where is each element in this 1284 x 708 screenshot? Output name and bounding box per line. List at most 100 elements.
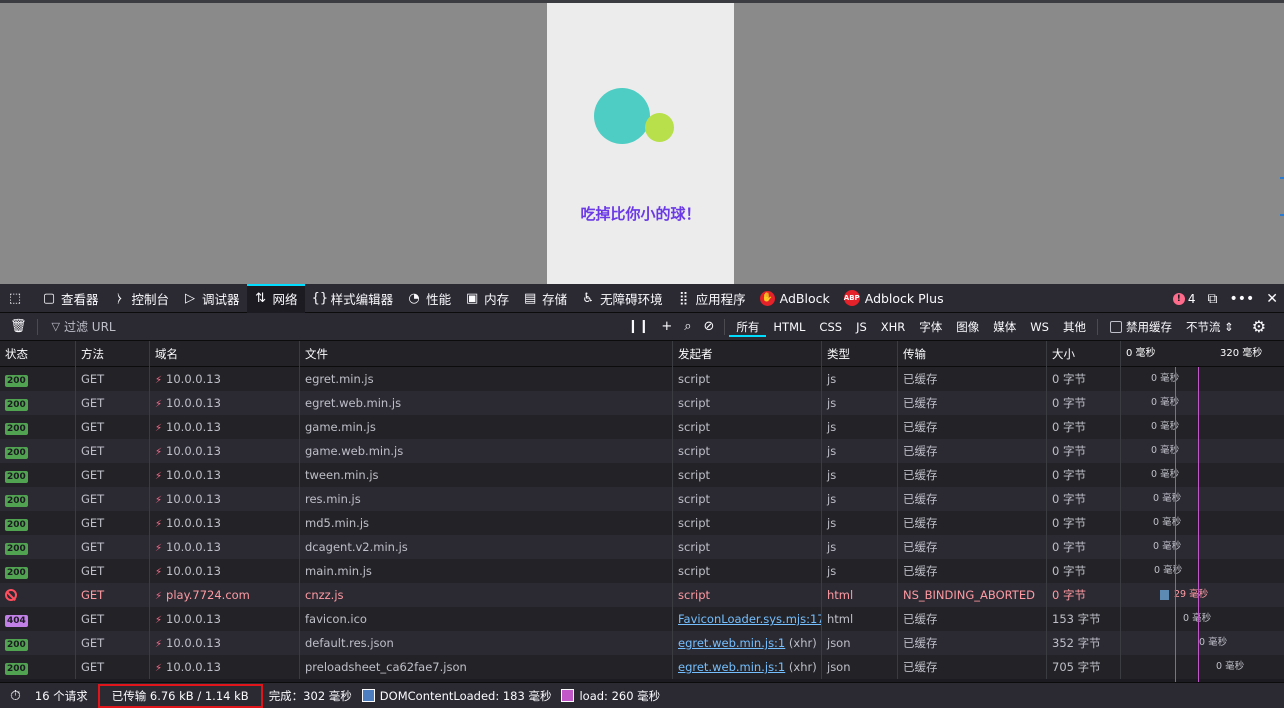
page-viewport: 吃掉比你小的球！ xyxy=(0,0,1284,284)
method-cell: GET xyxy=(76,607,150,631)
domain-cell: ⚡ 10.0.0.13 xyxy=(150,463,300,487)
table-row[interactable]: 200 GET ⚡ 10.0.0.13 game.web.min.js script js 已… xyxy=(0,439,1284,463)
tab-console[interactable]: ⧽ 控制台 xyxy=(106,284,177,313)
type-filter-button[interactable]: CSS xyxy=(812,317,849,337)
more-options-icon[interactable]: ••• xyxy=(1223,291,1260,307)
status-cell: 200 xyxy=(0,487,76,511)
tab-storage[interactable]: ▤ 存储 xyxy=(516,284,574,313)
tracking-protection-icon: ⚡ xyxy=(155,639,163,650)
type-filter-button[interactable]: 字体 xyxy=(912,317,949,337)
type-filter-button[interactable]: XHR xyxy=(874,317,913,337)
tab-inspector[interactable]: ▢ 查看器 xyxy=(35,284,106,313)
game-canvas[interactable]: 吃掉比你小的球！ xyxy=(547,3,734,284)
size-cell: 0 字节 xyxy=(1047,487,1121,511)
add-request-icon[interactable]: + xyxy=(655,319,678,334)
tab-performance[interactable]: ◔ 性能 xyxy=(400,284,458,313)
file-cell: game.web.min.js xyxy=(300,439,673,463)
file-cell: default.res.json xyxy=(300,631,673,655)
type-filter-button[interactable]: JS xyxy=(849,317,874,337)
domain-cell: ⚡ 10.0.0.13 xyxy=(150,631,300,655)
dcl-label: DOMContentLoaded: 183 毫秒 xyxy=(379,688,552,703)
column-header[interactable]: 方法 xyxy=(76,341,150,367)
timing-label: 0 毫秒 xyxy=(1153,541,1182,552)
picker-icon: ⬚ xyxy=(8,290,22,306)
disable-cache-checkbox[interactable]: 禁用缓存 xyxy=(1109,319,1172,335)
column-header[interactable]: 域名 xyxy=(150,341,300,367)
initiator-cell: script xyxy=(673,463,822,487)
table-row[interactable]: 200 GET ⚡ 10.0.0.13 default.res.json egret.we… xyxy=(0,631,1284,655)
tracking-protection-icon: ⚡ xyxy=(155,375,163,386)
throttle-select[interactable]: 不节流 ⇕ xyxy=(1186,319,1234,335)
initiator-link: script xyxy=(678,492,711,506)
tab-debugger[interactable]: ▷ 调试器 xyxy=(176,284,247,313)
tab-accessibility[interactable]: ♿ 无障碍环境 xyxy=(574,284,670,313)
pause-icon[interactable]: ❙❙ xyxy=(622,319,656,334)
finish-time: 完成：302 毫秒 xyxy=(268,688,352,703)
close-icon[interactable]: ✕ xyxy=(1260,291,1284,307)
initiator-link[interactable]: FaviconLoader.sys.mjs:17... xyxy=(678,612,821,626)
block-icon[interactable]: ⊘ xyxy=(698,319,721,334)
tab-style-editor[interactable]: {} 样式编辑器 xyxy=(305,284,401,313)
url-filter-input[interactable]: ▽ 过滤 URL xyxy=(52,317,622,337)
disable-cache-label: 禁用缓存 xyxy=(1125,319,1172,334)
table-row[interactable]: 200 GET ⚡ 10.0.0.13 game.min.js script js 已缓存 0 … xyxy=(0,415,1284,439)
table-row[interactable]: 200 GET ⚡ 10.0.0.13 egret.web.min.js script js… xyxy=(0,391,1284,415)
search-icon[interactable]: ⌕ xyxy=(678,319,697,334)
column-header[interactable]: 320 毫秒 xyxy=(1215,341,1284,367)
table-row[interactable]: GET ⚡ play.7724.com cnzz.js script html NS_BIN… xyxy=(0,583,1284,607)
initiator-link: script xyxy=(678,444,711,458)
initiator-link[interactable]: egret.web.min.js:1 xyxy=(678,660,785,674)
tabbar-controls: ! 4 ⧉ ••• ✕ xyxy=(1172,284,1284,313)
tab-memory[interactable]: ▣ 内存 xyxy=(458,284,516,313)
element-picker-button[interactable]: ⬚ xyxy=(0,284,35,313)
table-row[interactable]: 200 GET ⚡ 10.0.0.13 preloadsheet_ca62fae7.js… xyxy=(0,655,1284,679)
gear-icon[interactable]: ⚙ xyxy=(1252,317,1266,336)
method-cell: GET xyxy=(76,367,150,391)
tab-application[interactable]: ⣿ 应用程序 xyxy=(670,284,753,313)
column-header[interactable]: 文件 xyxy=(300,341,673,367)
type-filter-button[interactable]: HTML xyxy=(766,317,812,337)
tab-label: 无障碍环境 xyxy=(600,291,663,307)
dock-icon[interactable]: ⧉ xyxy=(1201,291,1223,307)
domain-text: 10.0.0.13 xyxy=(166,492,221,506)
tab-adblock-plus[interactable]: ABP Adblock Plus xyxy=(837,284,951,313)
type-filter-button[interactable]: 图像 xyxy=(949,317,986,337)
type-filter-button[interactable]: WS xyxy=(1023,317,1056,337)
tab-label: Adblock Plus xyxy=(864,290,944,306)
method-cell: GET xyxy=(76,487,150,511)
column-header[interactable]: 状态 xyxy=(0,341,76,367)
initiator-cell: script xyxy=(673,487,822,511)
initiator-link[interactable]: egret.web.min.js:1 xyxy=(678,636,785,650)
trash-icon[interactable]: 🗑 xyxy=(4,319,33,334)
error-count-badge[interactable]: ! 4 xyxy=(1172,292,1195,306)
tab-adblock[interactable]: ✋ AdBlock xyxy=(753,284,837,313)
table-row[interactable]: 200 GET ⚡ 10.0.0.13 main.min.js script js 已缓存 0 … xyxy=(0,559,1284,583)
status-cell: 404 xyxy=(0,607,76,631)
file-cell: preloadsheet_ca62fae7.json xyxy=(300,655,673,679)
column-header[interactable]: 0 毫秒 xyxy=(1121,341,1215,367)
table-row[interactable]: 404 GET ⚡ 10.0.0.13 favicon.ico FaviconLoader… xyxy=(0,607,1284,631)
file-cell: egret.min.js xyxy=(300,367,673,391)
table-row[interactable]: 200 GET ⚡ 10.0.0.13 egret.min.js script js 已缓存 0… xyxy=(0,367,1284,391)
table-row[interactable]: 200 GET ⚡ 10.0.0.13 res.min.js script js 已缓存 0 字… xyxy=(0,487,1284,511)
transfer-cell: 已缓存 xyxy=(898,463,1047,487)
tab-network[interactable]: ⇅ 网络 xyxy=(246,283,305,313)
initiator-link: script xyxy=(678,420,711,434)
type-filter-button[interactable]: 所有 xyxy=(729,317,767,337)
table-row[interactable]: 200 GET ⚡ 10.0.0.13 tween.min.js script js 已缓存 0… xyxy=(0,463,1284,487)
column-header[interactable]: 类型 xyxy=(822,341,898,367)
column-header[interactable]: 发起者 xyxy=(673,341,822,367)
domain-cell: ⚡ 10.0.0.13 xyxy=(150,391,300,415)
table-row[interactable]: 200 GET ⚡ 10.0.0.13 dcagent.v2.min.js script j… xyxy=(0,535,1284,559)
column-header[interactable]: 大小 xyxy=(1047,341,1121,367)
column-header[interactable]: 传输 xyxy=(898,341,1047,367)
file-cell: main.min.js xyxy=(300,559,673,583)
table-row[interactable]: 200 GET ⚡ 10.0.0.13 md5.min.js script js 已缓存 0 字… xyxy=(0,511,1284,535)
type-filter-button[interactable]: 媒体 xyxy=(986,317,1023,337)
type-filter-button[interactable]: 其他 xyxy=(1056,317,1093,337)
initiator-link: script xyxy=(678,396,711,410)
initiator-cell: egret.web.min.js:1 (xhr) xyxy=(673,655,822,679)
timing-label: 0 毫秒 xyxy=(1216,661,1245,672)
tab-label: 内存 xyxy=(484,291,510,307)
timing-label: 0 毫秒 xyxy=(1153,493,1182,504)
